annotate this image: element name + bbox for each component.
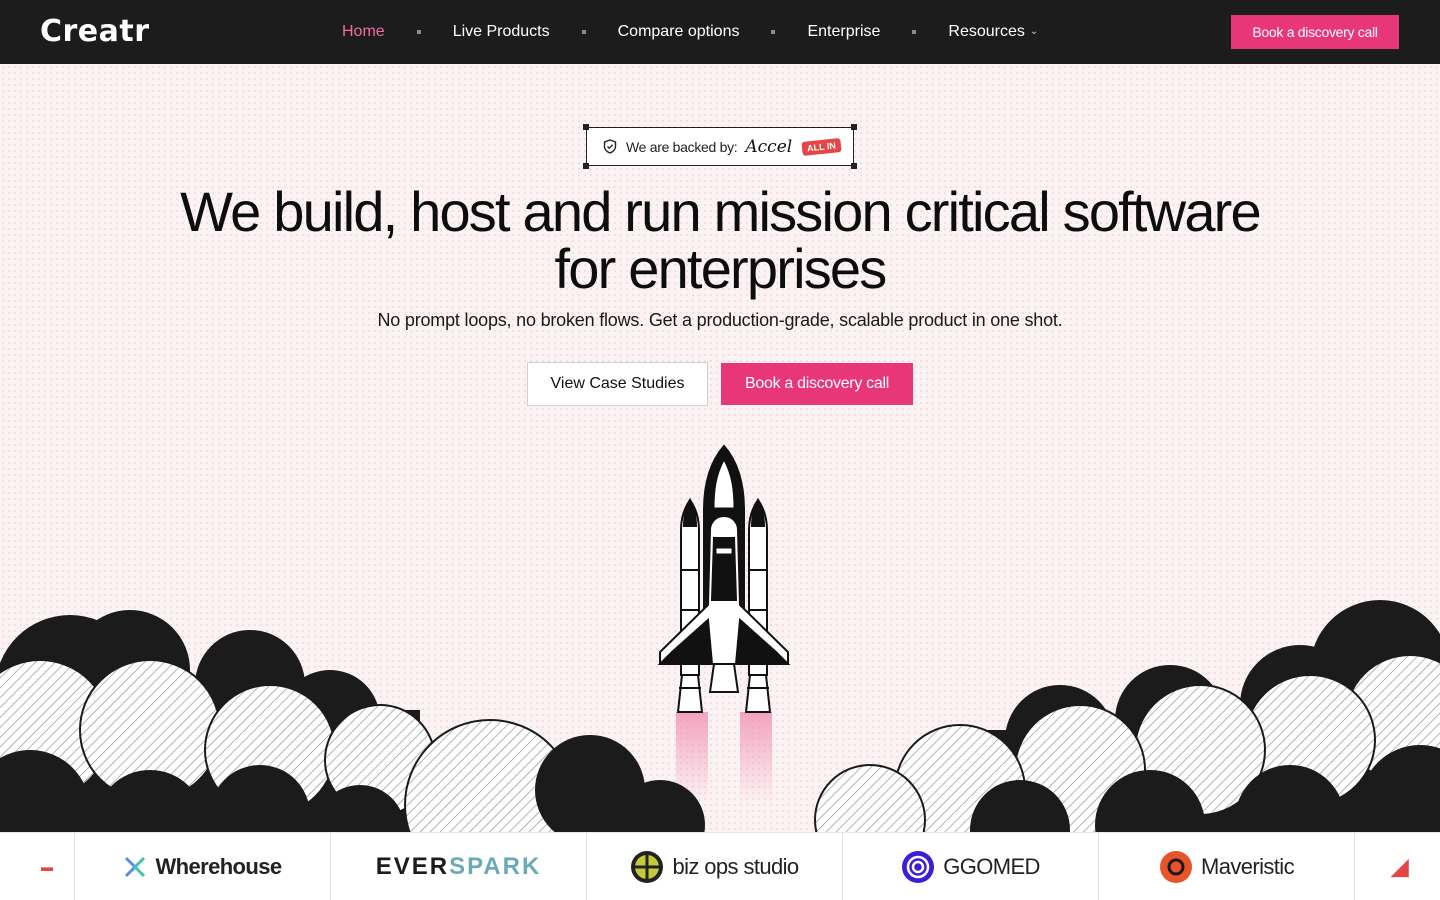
- nav-link-home[interactable]: Home: [342, 23, 385, 41]
- nav-link-resources-label: Resources: [948, 23, 1025, 40]
- accel-logo: Accel: [745, 136, 793, 157]
- nav-link-compare-options[interactable]: Compare options: [618, 23, 740, 41]
- hero-subheadline: No prompt loops, no broken flows. Get a …: [377, 310, 1063, 330]
- maveristic-name: Maveristic: [1200, 854, 1295, 879]
- headline-line-1: We build, host and run mission critical …: [180, 180, 1262, 243]
- ggomed-logo-icon: [902, 851, 935, 883]
- shield-check-icon: [603, 139, 617, 154]
- wherehouse-logo-icon: [125, 856, 146, 878]
- client-logo-wherehouse: Wherehouse: [75, 833, 331, 900]
- biz-ops-logo-icon: [631, 851, 664, 883]
- wherehouse-name: Wherehouse: [155, 854, 282, 879]
- nav-separator: [581, 30, 586, 34]
- badge-label: We are backed by:: [626, 138, 738, 155]
- hero-book-call-button[interactable]: Book a discovery call: [721, 363, 913, 405]
- nav-links: Home Live Products Compare options Enter…: [342, 0, 1038, 64]
- maveristic-logo-icon: [1159, 851, 1192, 883]
- view-case-studies-button[interactable]: View Case Studies: [527, 362, 708, 406]
- rocket-icon: [657, 444, 791, 713]
- top-navbar: Creatr Home Live Products Compare option…: [0, 0, 1440, 64]
- client-logo-ggomed: GGOMED: [843, 833, 1099, 900]
- everspark-name: EVERSPARK: [376, 853, 542, 881]
- client-logo-biz-ops-studio: biz ops studio: [587, 833, 843, 900]
- nav-book-call-button[interactable]: Book a discovery call: [1231, 15, 1399, 49]
- creatr-logo[interactable]: Creatr: [40, 14, 150, 49]
- investor-badge: We are backed by: Accel ALL IN: [583, 124, 857, 169]
- biz-ops-studio-name: biz ops studio: [672, 854, 799, 879]
- everspark-part-1: EVER: [375, 853, 450, 880]
- nav-separator: [771, 30, 776, 34]
- nav-link-enterprise[interactable]: Enterprise: [807, 23, 880, 41]
- chevron-down-icon: ⌄: [1029, 26, 1039, 38]
- client-logo-partial: ▬: [0, 833, 75, 900]
- client-logo-partial: ◢: [1391, 854, 1409, 879]
- hero-headline: We build, host and run mission critical …: [0, 183, 1440, 297]
- nav-separator: [912, 30, 917, 34]
- client-logo-strip: ▬ Wherehouse EVERSPARK biz ops studio GG…: [0, 832, 1440, 900]
- nav-link-resources[interactable]: Resources ⌄: [948, 23, 1038, 41]
- client-logo-maveristic: Maveristic: [1099, 833, 1355, 900]
- nav-link-live-products[interactable]: Live Products: [453, 23, 550, 41]
- rocket-clouds-illustration: [0, 444, 1440, 832]
- ggomed-name: GGOMED: [943, 854, 1040, 879]
- nav-separator: [416, 30, 421, 34]
- client-logo-everspark: EVERSPARK: [331, 833, 587, 900]
- everspark-part-2: SPARK: [449, 853, 542, 880]
- headline-line-2: for enterprises: [554, 237, 888, 300]
- all-in-logo: ALL IN: [801, 137, 842, 156]
